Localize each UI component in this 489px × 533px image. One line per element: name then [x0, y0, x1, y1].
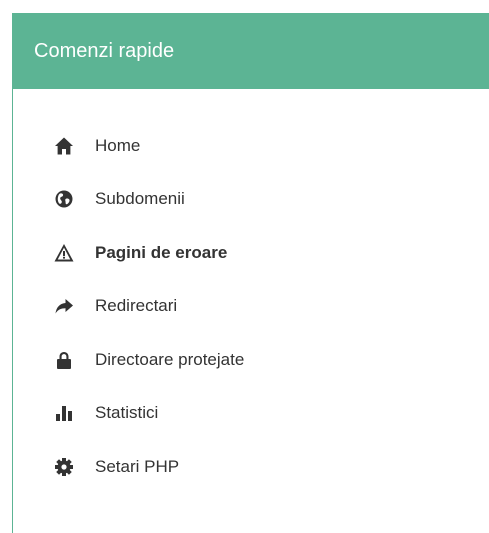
menu-item-redirects[interactable]: Redirectari — [13, 293, 244, 320]
menu-item-home[interactable]: Home — [13, 132, 244, 159]
home-icon — [53, 135, 75, 157]
quick-commands-panel: Comenzi rapide Home Subdomenii Pagini de… — [12, 13, 489, 533]
menu-item-label: Setari PHP — [95, 456, 180, 476]
quick-commands-menu: Home Subdomenii Pagini de eroare Redirec… — [13, 132, 244, 507]
gear-icon — [53, 456, 75, 478]
menu-item-label: Directoare protejate — [95, 349, 245, 369]
menu-item-label: Statistici — [95, 403, 159, 422]
menu-item-label: Redirectari — [95, 296, 178, 315]
menu-item-label: Pagini de eroare — [95, 242, 228, 262]
bar-chart-icon — [53, 402, 75, 424]
redirect-arrow-icon — [53, 295, 75, 317]
menu-item-label: Home — [95, 135, 141, 155]
menu-item-subdomains[interactable]: Subdomenii — [13, 186, 244, 213]
warning-icon — [53, 242, 75, 264]
panel-header: Comenzi rapide — [13, 14, 489, 89]
menu-item-protected-directories[interactable]: Directoare protejate — [13, 346, 244, 373]
lock-icon — [53, 349, 75, 371]
menu-item-label: Subdomenii — [95, 189, 185, 208]
menu-item-php-settings[interactable]: Setari PHP — [13, 453, 244, 480]
panel-title: Comenzi rapide — [34, 40, 175, 62]
menu-item-statistics[interactable]: Statistici — [13, 400, 244, 427]
menu-item-error-pages[interactable]: Pagini de eroare — [13, 239, 244, 266]
globe-icon — [53, 188, 75, 210]
